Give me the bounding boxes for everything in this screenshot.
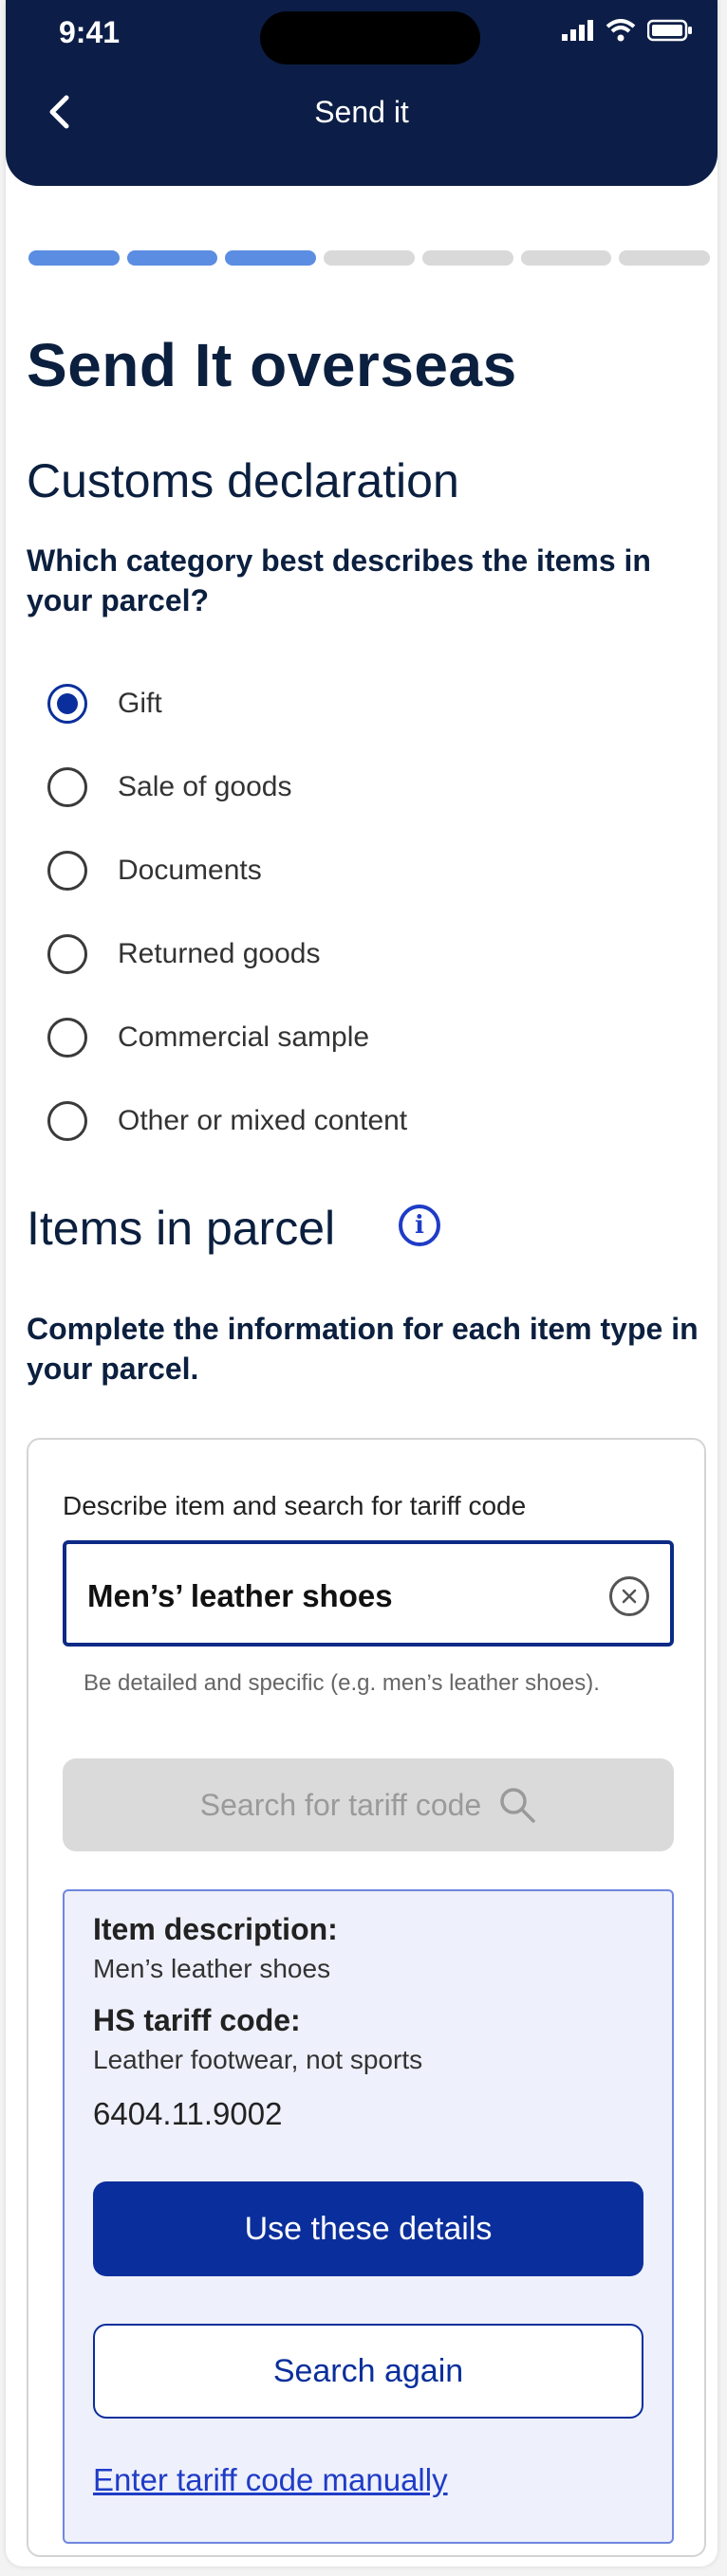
progress-segment	[28, 250, 120, 266]
section-title-customs: Customs declaration	[27, 454, 459, 507]
input-hint: Be detailed and specific (e.g. men’s lea…	[84, 1670, 600, 1696]
progress-segment	[421, 250, 513, 266]
tariff-result-panel: Item description: Men’s leather shoes HS…	[63, 1889, 674, 2544]
dynamic-island	[260, 11, 480, 64]
wifi-icon	[606, 19, 636, 42]
app-header: 9:41 Send it	[6, 0, 718, 186]
use-details-button[interactable]: Use these details	[93, 2181, 643, 2276]
category-option[interactable]: Sale of goods	[47, 745, 407, 829]
info-icon[interactable]: i	[399, 1205, 440, 1246]
category-option-label: Documents	[118, 855, 262, 886]
result-tariff-description: Leather footwear, not sports	[93, 2045, 423, 2074]
category-question: Which category best describes the items …	[27, 543, 651, 617]
category-option[interactable]: Commercial sample	[47, 996, 407, 1079]
category-option[interactable]: Documents	[47, 829, 407, 912]
header-title: Send it	[314, 95, 409, 129]
clear-icon[interactable]	[609, 1576, 649, 1616]
screen: 9:41 Send it Send It overseas Customs de…	[6, 0, 718, 2567]
result-description-label: Item description:	[93, 1912, 338, 1946]
battery-icon	[647, 19, 692, 42]
progress-segment	[225, 250, 317, 266]
item-card: Describe item and search for tariff code…	[27, 1438, 706, 2557]
page-frame: 9:41 Send it Send It overseas Customs de…	[0, 0, 727, 2576]
progress-segment	[520, 250, 612, 266]
item-description-label: Describe item and search for tariff code	[63, 1491, 527, 1520]
category-option-label: Sale of goods	[118, 771, 292, 802]
close-icon	[622, 1589, 637, 1604]
search-again-button[interactable]: Search again	[93, 2324, 643, 2419]
section-title-items: Items in parcel	[27, 1202, 336, 1255]
item-description-input[interactable]: Men’s’ leather shoes	[63, 1540, 674, 1647]
progress-indicator	[28, 250, 711, 266]
page-title: Send It overseas	[27, 331, 517, 399]
result-tariff-label: HS tariff code:	[93, 2003, 301, 2037]
progress-segment	[324, 250, 415, 266]
status-icons	[562, 19, 693, 42]
result-tariff-code: 6404.11.9002	[93, 2096, 283, 2131]
result-description-value: Men’s leather shoes	[93, 1954, 331, 1983]
progress-segment	[126, 250, 218, 266]
category-option[interactable]: Gift	[47, 662, 407, 745]
category-radio-group: Gift Sale of goods Documents Returned goods…	[47, 662, 407, 1163]
radio-button[interactable]	[47, 851, 87, 891]
enter-manually-link[interactable]: Enter tariff code manually	[93, 2462, 448, 2498]
category-option-label: Commercial sample	[118, 1021, 370, 1053]
radio-button[interactable]	[47, 1101, 87, 1141]
radio-button[interactable]	[47, 684, 87, 724]
status-time: 9:41	[59, 15, 121, 49]
search-tariff-button[interactable]: Search for tariff code	[63, 1758, 674, 1851]
search-icon	[500, 1788, 535, 1823]
radio-button[interactable]	[47, 767, 87, 807]
radio-button[interactable]	[47, 934, 87, 974]
search-tariff-label: Search for tariff code	[199, 1787, 482, 1822]
category-option[interactable]: Returned goods	[47, 912, 407, 996]
item-description-value: Men’s’ leather shoes	[87, 1578, 393, 1613]
category-option-label: Other or mixed content	[118, 1105, 408, 1136]
signal-icon	[562, 20, 593, 41]
category-option-label: Returned goods	[118, 938, 321, 969]
category-option[interactable]: Other or mixed content	[47, 1079, 407, 1163]
items-instructions: Complete the information for each item t…	[27, 1312, 699, 1386]
radio-button[interactable]	[47, 1018, 87, 1058]
category-option-label: Gift	[118, 688, 162, 719]
progress-segment	[619, 250, 711, 266]
